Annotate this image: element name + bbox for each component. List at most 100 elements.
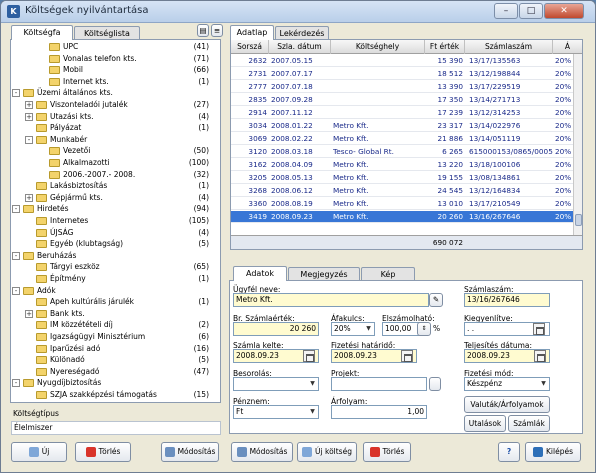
col-invoice-no[interactable]: Számlaszám [465,40,553,54]
grid-scroll-thumb[interactable] [575,214,582,226]
invoice-date-calendar-icon[interactable] [303,350,315,362]
paymode-select[interactable]: Készpénz ▼ [464,377,550,391]
fulfil-date-calendar-icon[interactable] [534,350,546,362]
collapse-icon[interactable]: - [12,379,20,388]
modify-button-right[interactable]: Módosítás [231,442,293,462]
minimize-button[interactable]: – [494,3,518,19]
tree-item[interactable]: Pályázat (1) [11,122,211,134]
tab-adatok[interactable]: Adatok [233,266,287,281]
tree-item[interactable]: - Üzemi általános kts. [11,87,211,99]
tree-item[interactable]: SZJA szakképzési támogatás (15) [11,389,211,401]
exit-button[interactable]: Kilépés [525,442,581,462]
tree-item[interactable]: IM közzétételi díj (2) [11,319,211,331]
tab-koltsegfa[interactable]: Költségfa [11,25,73,40]
tree-item[interactable]: - Adók [11,285,211,297]
tree-item[interactable]: Nyereségadó (47) [11,366,211,378]
due-date-calendar-icon[interactable] [401,350,413,362]
tab-adatlap[interactable]: Adatlap [230,25,274,40]
tree-view-icon[interactable]: ▤ [197,24,209,37]
table-row[interactable]: 3034 2008.01.22 Metro Kft. 23 317 13/14/0229… [231,120,582,132]
col-sorszam[interactable]: Sorszá [231,40,269,54]
tree-item[interactable]: Különadó (5) [11,354,211,366]
expand-icon[interactable]: + [25,193,33,202]
tree-item[interactable]: 2006.-2007.- 2008. (32) [11,169,211,181]
maximize-button[interactable]: □ [519,3,543,19]
tab-megjegyzes[interactable]: Megjegyzés [288,267,360,281]
new-button[interactable]: Új [11,442,67,462]
tree-item[interactable]: Vonalas telefon kts. (71) [11,53,211,65]
tree-item[interactable]: Egyéb (klubtagság) (5) [11,238,211,250]
gross-field[interactable]: 20 260 [233,322,319,336]
tree-item[interactable]: ÚJSÁG (4) [11,227,211,239]
table-row[interactable]: 3268 2008.06.12 Metro Kft. 24 545 13/12/1648… [231,185,582,197]
col-cost-center[interactable]: Költséghely [331,40,425,54]
rate-field[interactable]: 1,00 [331,405,427,419]
tree-item[interactable]: Alkalmazotti (100) [11,157,211,169]
table-row[interactable]: 2632 2007.05.15 15 390 13/17/135563 20% [231,55,582,67]
tab-koltseglista[interactable]: Költséglista [74,26,140,40]
project-field[interactable] [331,377,427,391]
tree-item[interactable]: + Viszonteladói jutalék (27) [11,99,211,111]
list-view-icon[interactable]: ≡ [211,24,223,37]
tree-item[interactable]: Igazságügyi Minisztérium (6) [11,331,211,343]
modify-button-left[interactable]: Módosítás [161,442,219,462]
table-row[interactable]: 2835 2007.09.28 17 350 13/14/271713 20% [231,94,582,106]
close-button[interactable]: ✕ [544,3,584,19]
table-row[interactable]: 2914 2007.11.12 17 239 13/12/314253 20% [231,107,582,119]
col-vat[interactable]: Á [553,40,582,54]
collapse-icon[interactable]: - [12,251,20,260]
table-row[interactable]: 3120 2008.03.18 Tesco- Global Rt. 6 265 6150… [231,146,582,158]
tree-item[interactable]: Lakásbiztosítás (1) [11,180,211,192]
tree-item[interactable]: Apeh kultúrális járulék (1) [11,296,211,308]
vat-select[interactable]: 20% ▼ [331,322,375,336]
tree-item[interactable]: Internet kts. (1) [11,76,211,88]
deductible-spinner[interactable]: ⇕ [417,322,431,336]
table-row[interactable]: 2731 2007.07.17 18 512 13/12/198844 20% [231,68,582,80]
cost-type-field[interactable]: Élelmiszer [11,421,221,435]
tree-item[interactable]: Iparűzési adó (16) [11,343,211,355]
tree-item[interactable]: Építmény (1) [11,273,211,285]
tree-item[interactable]: Vezetői (50) [11,145,211,157]
tree-item[interactable]: UPC (41) [11,41,211,53]
expand-icon[interactable]: + [25,309,33,318]
partner-lookup-icon[interactable]: ✎ [429,293,443,307]
project-file-icon[interactable] [429,377,441,391]
expand-icon[interactable]: + [25,101,33,109]
delete-cost-button[interactable]: Törlés [363,442,411,462]
table-row[interactable]: 3205 2008.05.13 Metro Kft. 19 155 13/08/1348… [231,172,582,184]
tree-item[interactable]: - Beruházás [11,250,211,262]
partner-field[interactable]: Metro Kft. [233,293,429,307]
new-cost-button[interactable]: Új költség [297,442,357,462]
collapse-icon[interactable]: - [25,135,33,144]
tree-item[interactable]: - Munkabér [11,134,211,146]
tree-item[interactable]: + Bank kts. [11,308,211,320]
invoice-no-field[interactable]: 13/16/267646 [464,293,550,307]
tree-item[interactable]: - Hirdetés (94) [11,203,211,215]
tree-item[interactable]: - Nyugdíjbiztosítás [11,377,211,389]
grid-scrollbar[interactable] [573,54,582,237]
delete-button[interactable]: Törlés [75,442,131,462]
table-row[interactable]: 2777 2007.07.18 13 390 13/17/229519 20% [231,81,582,93]
expand-icon[interactable]: + [25,112,33,121]
help-button[interactable]: ? [498,442,520,462]
col-value[interactable]: Ft érték [425,40,465,54]
tree-item[interactable]: Tárgyi eszköz (65) [11,261,211,273]
tree-item[interactable]: + Utazási kts. (4) [11,111,211,123]
table-row[interactable]: 3162 2008.04.09 Metro Kft. 13 220 13/18/1001… [231,159,582,171]
accounts-button[interactable]: Számlák [508,415,550,432]
class-select[interactable]: ▼ [233,377,319,391]
tab-lekerdezes[interactable]: Lekérdezés [275,26,329,40]
table-row[interactable]: 3360 2008.08.19 Metro Kft. 13 010 13/17/2105… [231,198,582,210]
table-row[interactable]: 3069 2008.02.22 Metro Kft. 21 886 13/14/0511… [231,133,582,145]
collapse-icon[interactable]: - [12,286,20,295]
collapse-icon[interactable]: - [12,205,20,214]
tree-item[interactable]: Mobil (66) [11,64,211,76]
transfers-button[interactable]: Utalások [464,415,506,432]
col-date[interactable]: Szla. dátum [269,40,331,54]
table-row[interactable]: 3419 2008.09.23 Metro Kft. 20 260 13/16/2676… [231,211,582,223]
settled-calendar-icon[interactable] [533,323,545,335]
tree-item[interactable]: + Gépjármű kts. (4) [11,192,211,204]
tree-item[interactable]: Internetes (105) [11,215,211,227]
currency-rates-button[interactable]: Valuták/Árfolyamok [464,396,550,413]
tab-kep[interactable]: Kép [361,267,415,281]
